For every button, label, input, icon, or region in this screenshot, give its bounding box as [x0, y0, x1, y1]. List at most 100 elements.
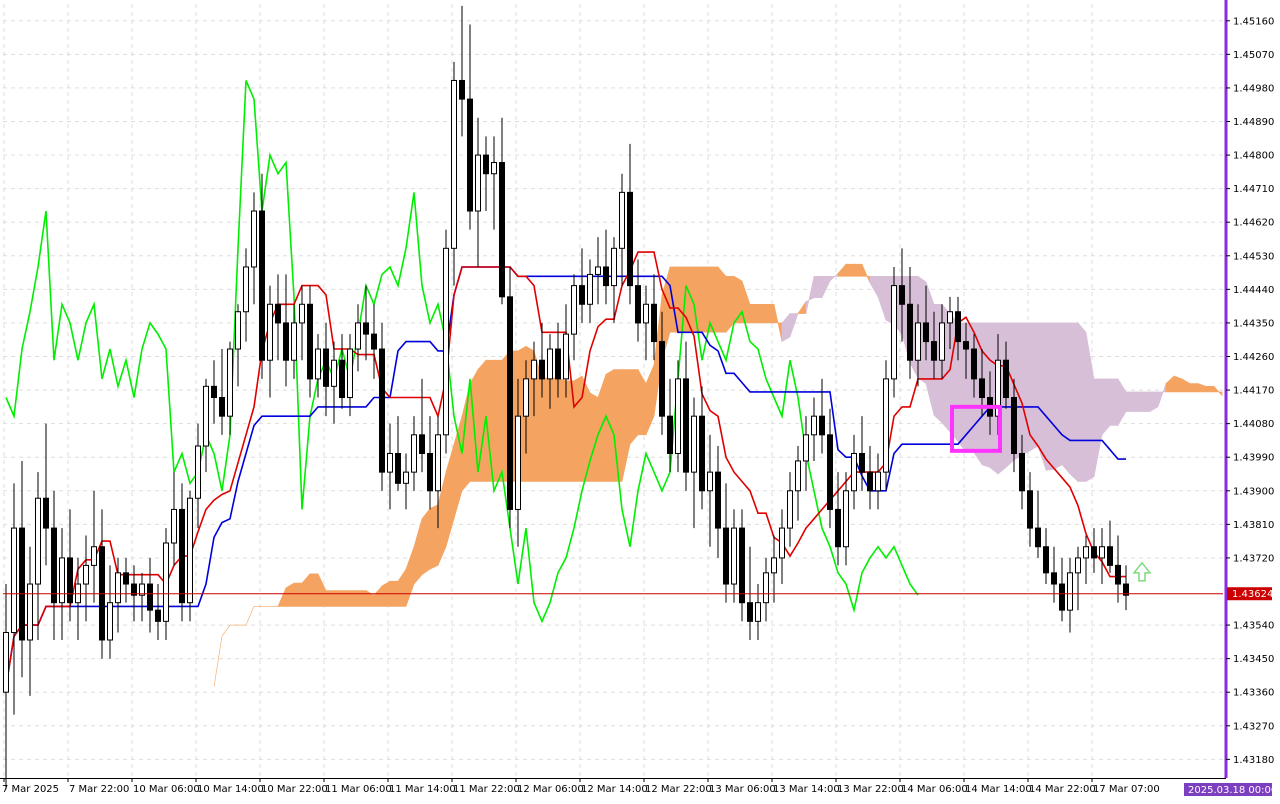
- candle-body-bear: [1035, 527, 1041, 548]
- time-tick-label: 14 Mar 06:00: [901, 784, 968, 795]
- candle-body-bull: [475, 154, 481, 212]
- cloud-segment: [309, 573, 319, 607]
- cloud-segment: [1125, 391, 1135, 412]
- cloud-segment: [445, 444, 455, 547]
- cloud-segment: [341, 590, 351, 607]
- candle-body-bull: [811, 415, 817, 436]
- time-tick-label: 10 Mar 22:00: [261, 784, 328, 795]
- candle-body-bull: [11, 527, 17, 634]
- candle-body-bear: [123, 572, 129, 585]
- cloud-segment: [397, 568, 407, 607]
- cloud-segment: [293, 582, 303, 607]
- candle-body-bull: [843, 490, 849, 548]
- candle-body-bull: [403, 471, 409, 484]
- cloud-segment: [1133, 391, 1143, 412]
- candle-body-bear: [955, 311, 961, 343]
- candle-body-bear: [307, 303, 313, 380]
- candle-body-bull: [203, 385, 209, 447]
- price-tick-label: 1.44980: [1233, 83, 1274, 94]
- cloud-segment: [1181, 378, 1191, 393]
- candle-body-bear: [627, 191, 633, 287]
- cloud-segment: [821, 275, 831, 298]
- candle-body-bull: [347, 348, 353, 399]
- cloud-segment: [853, 263, 863, 277]
- candle-body-bull: [595, 266, 601, 275]
- cloud-segment: [1173, 375, 1183, 393]
- price-tick-label: 1.44530: [1233, 251, 1274, 262]
- candle-body-bull: [187, 497, 193, 604]
- candle-body-bear: [1107, 546, 1113, 566]
- cloud-segment: [845, 263, 855, 277]
- candle-body-bull: [531, 359, 537, 380]
- time-tick-label: 7 Mar 2025: [2, 784, 59, 795]
- candle-body-bear: [747, 602, 753, 622]
- candle-body-bull: [387, 452, 393, 473]
- time-tick-label: 10 Mar 14:00: [197, 784, 264, 795]
- time-tick-label: 12 Mar 14:00: [581, 784, 648, 795]
- cloud-segment: [933, 303, 943, 424]
- candle-body-bull: [195, 445, 201, 499]
- buy-signal-arrow-icon: [1132, 561, 1152, 582]
- time-tick-label: 11 Mar 22:00: [453, 784, 520, 795]
- candle-body-bull: [91, 546, 97, 566]
- chart-panel[interactable]: 1.45160 1.45070 1.44980 1.44890 1.44800 1.447…: [0, 0, 1280, 800]
- candle-body-bear: [179, 508, 185, 604]
- candle-body-bull: [939, 322, 945, 361]
- cloud-segment: [429, 504, 439, 570]
- candle-body-bear: [483, 154, 489, 175]
- cloud-segment: [1213, 385, 1223, 397]
- candle-body-bear: [819, 415, 825, 436]
- candle-body-bull: [35, 497, 41, 585]
- cloud-segment: [413, 518, 423, 585]
- candle-body-bull: [771, 557, 777, 574]
- candle-body-bull: [355, 322, 361, 350]
- candle-body-bull: [1083, 546, 1089, 559]
- candle-body-bull: [491, 162, 497, 175]
- candle-body-bear: [155, 609, 161, 622]
- cloud-segment: [573, 375, 583, 482]
- time-tick-label: 14 Mar 14:00: [965, 784, 1032, 795]
- candle-body-bear: [1003, 359, 1009, 399]
- candle-body-bear: [147, 583, 153, 611]
- candle-body-bear: [211, 385, 217, 399]
- cloud-segment: [325, 590, 335, 607]
- candle-body-bull: [1075, 557, 1081, 574]
- cloud-segment: [757, 303, 767, 324]
- cloud-segment: [301, 572, 311, 607]
- candle-body-bull: [443, 247, 449, 436]
- candle-body-bear: [739, 527, 745, 604]
- candle-body-bull: [891, 285, 897, 380]
- cloud-segment: [1077, 322, 1087, 482]
- price-tick-label: 1.44890: [1233, 117, 1274, 128]
- candle-body-bear: [899, 285, 905, 305]
- cloud-segment: [357, 590, 367, 607]
- candle-body-bear: [395, 452, 401, 484]
- ichimoku-candlestick-chart[interactable]: 1.45160 1.45070 1.44980 1.44890 1.44800 1.447…: [0, 0, 1280, 800]
- candle-body-bull: [515, 415, 521, 510]
- cloud-segment: [549, 377, 559, 482]
- cloud-segment: [405, 546, 415, 607]
- candle-body-bear: [499, 162, 505, 298]
- cloud-segment: [629, 369, 639, 445]
- candle-body-bull: [691, 415, 697, 473]
- candle-body-bear: [555, 348, 561, 380]
- cloud-segment: [789, 313, 799, 338]
- cloud-segment: [221, 624, 231, 637]
- time-tick-label: 17 Mar 07:00: [1093, 784, 1160, 795]
- cloud-segment: [1021, 322, 1031, 456]
- price-tick-label: 1.43900: [1233, 486, 1274, 497]
- time-tick-label: 10 Mar 06:00: [133, 784, 200, 795]
- candle-body-bull: [707, 471, 713, 492]
- candle-body-bull: [875, 471, 881, 492]
- candle-body-bull: [243, 266, 249, 313]
- candle-body-bear: [1059, 583, 1065, 611]
- candle-body-bear: [859, 452, 865, 473]
- candle-body-bear: [427, 452, 433, 492]
- candle-body-bear: [339, 359, 345, 399]
- cloud-segment: [285, 582, 295, 607]
- cloud-segment: [1045, 322, 1055, 471]
- candle-body-bull: [915, 322, 921, 361]
- candle-body-bull: [547, 348, 553, 380]
- candle-body-bear: [275, 303, 281, 324]
- candle-body-bear: [963, 341, 969, 350]
